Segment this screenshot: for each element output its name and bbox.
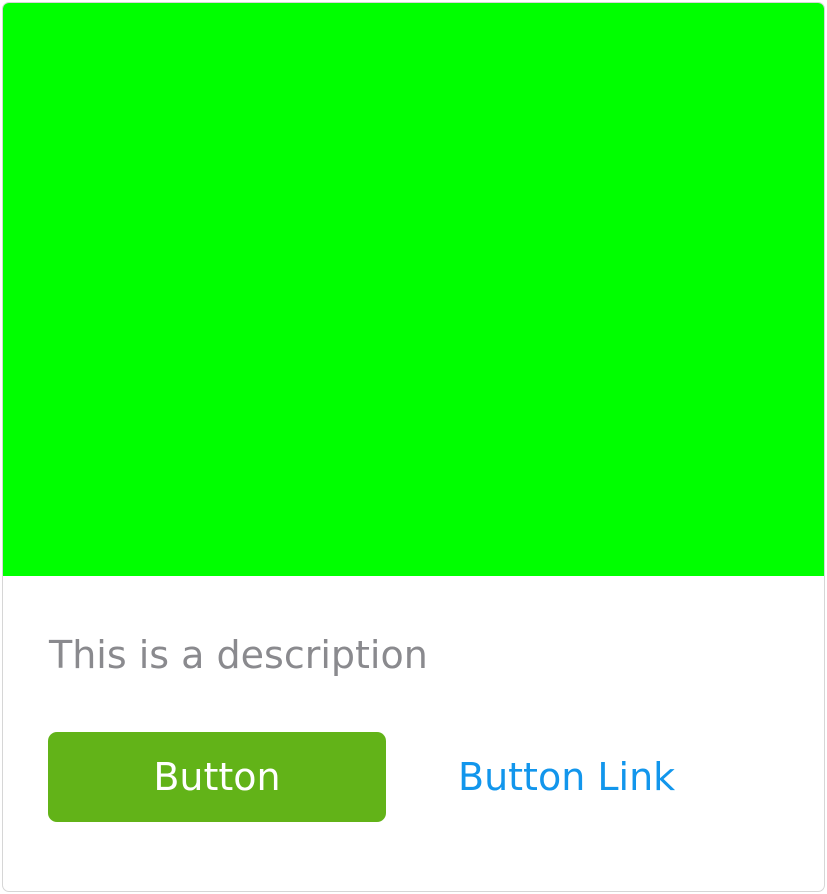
card-media-image — [3, 3, 824, 576]
link-button[interactable]: Button Link — [458, 732, 675, 822]
primary-button[interactable]: Button — [48, 732, 386, 822]
card-description: This is a description — [49, 633, 428, 677]
card: This is a description Button Button Link — [2, 2, 825, 892]
